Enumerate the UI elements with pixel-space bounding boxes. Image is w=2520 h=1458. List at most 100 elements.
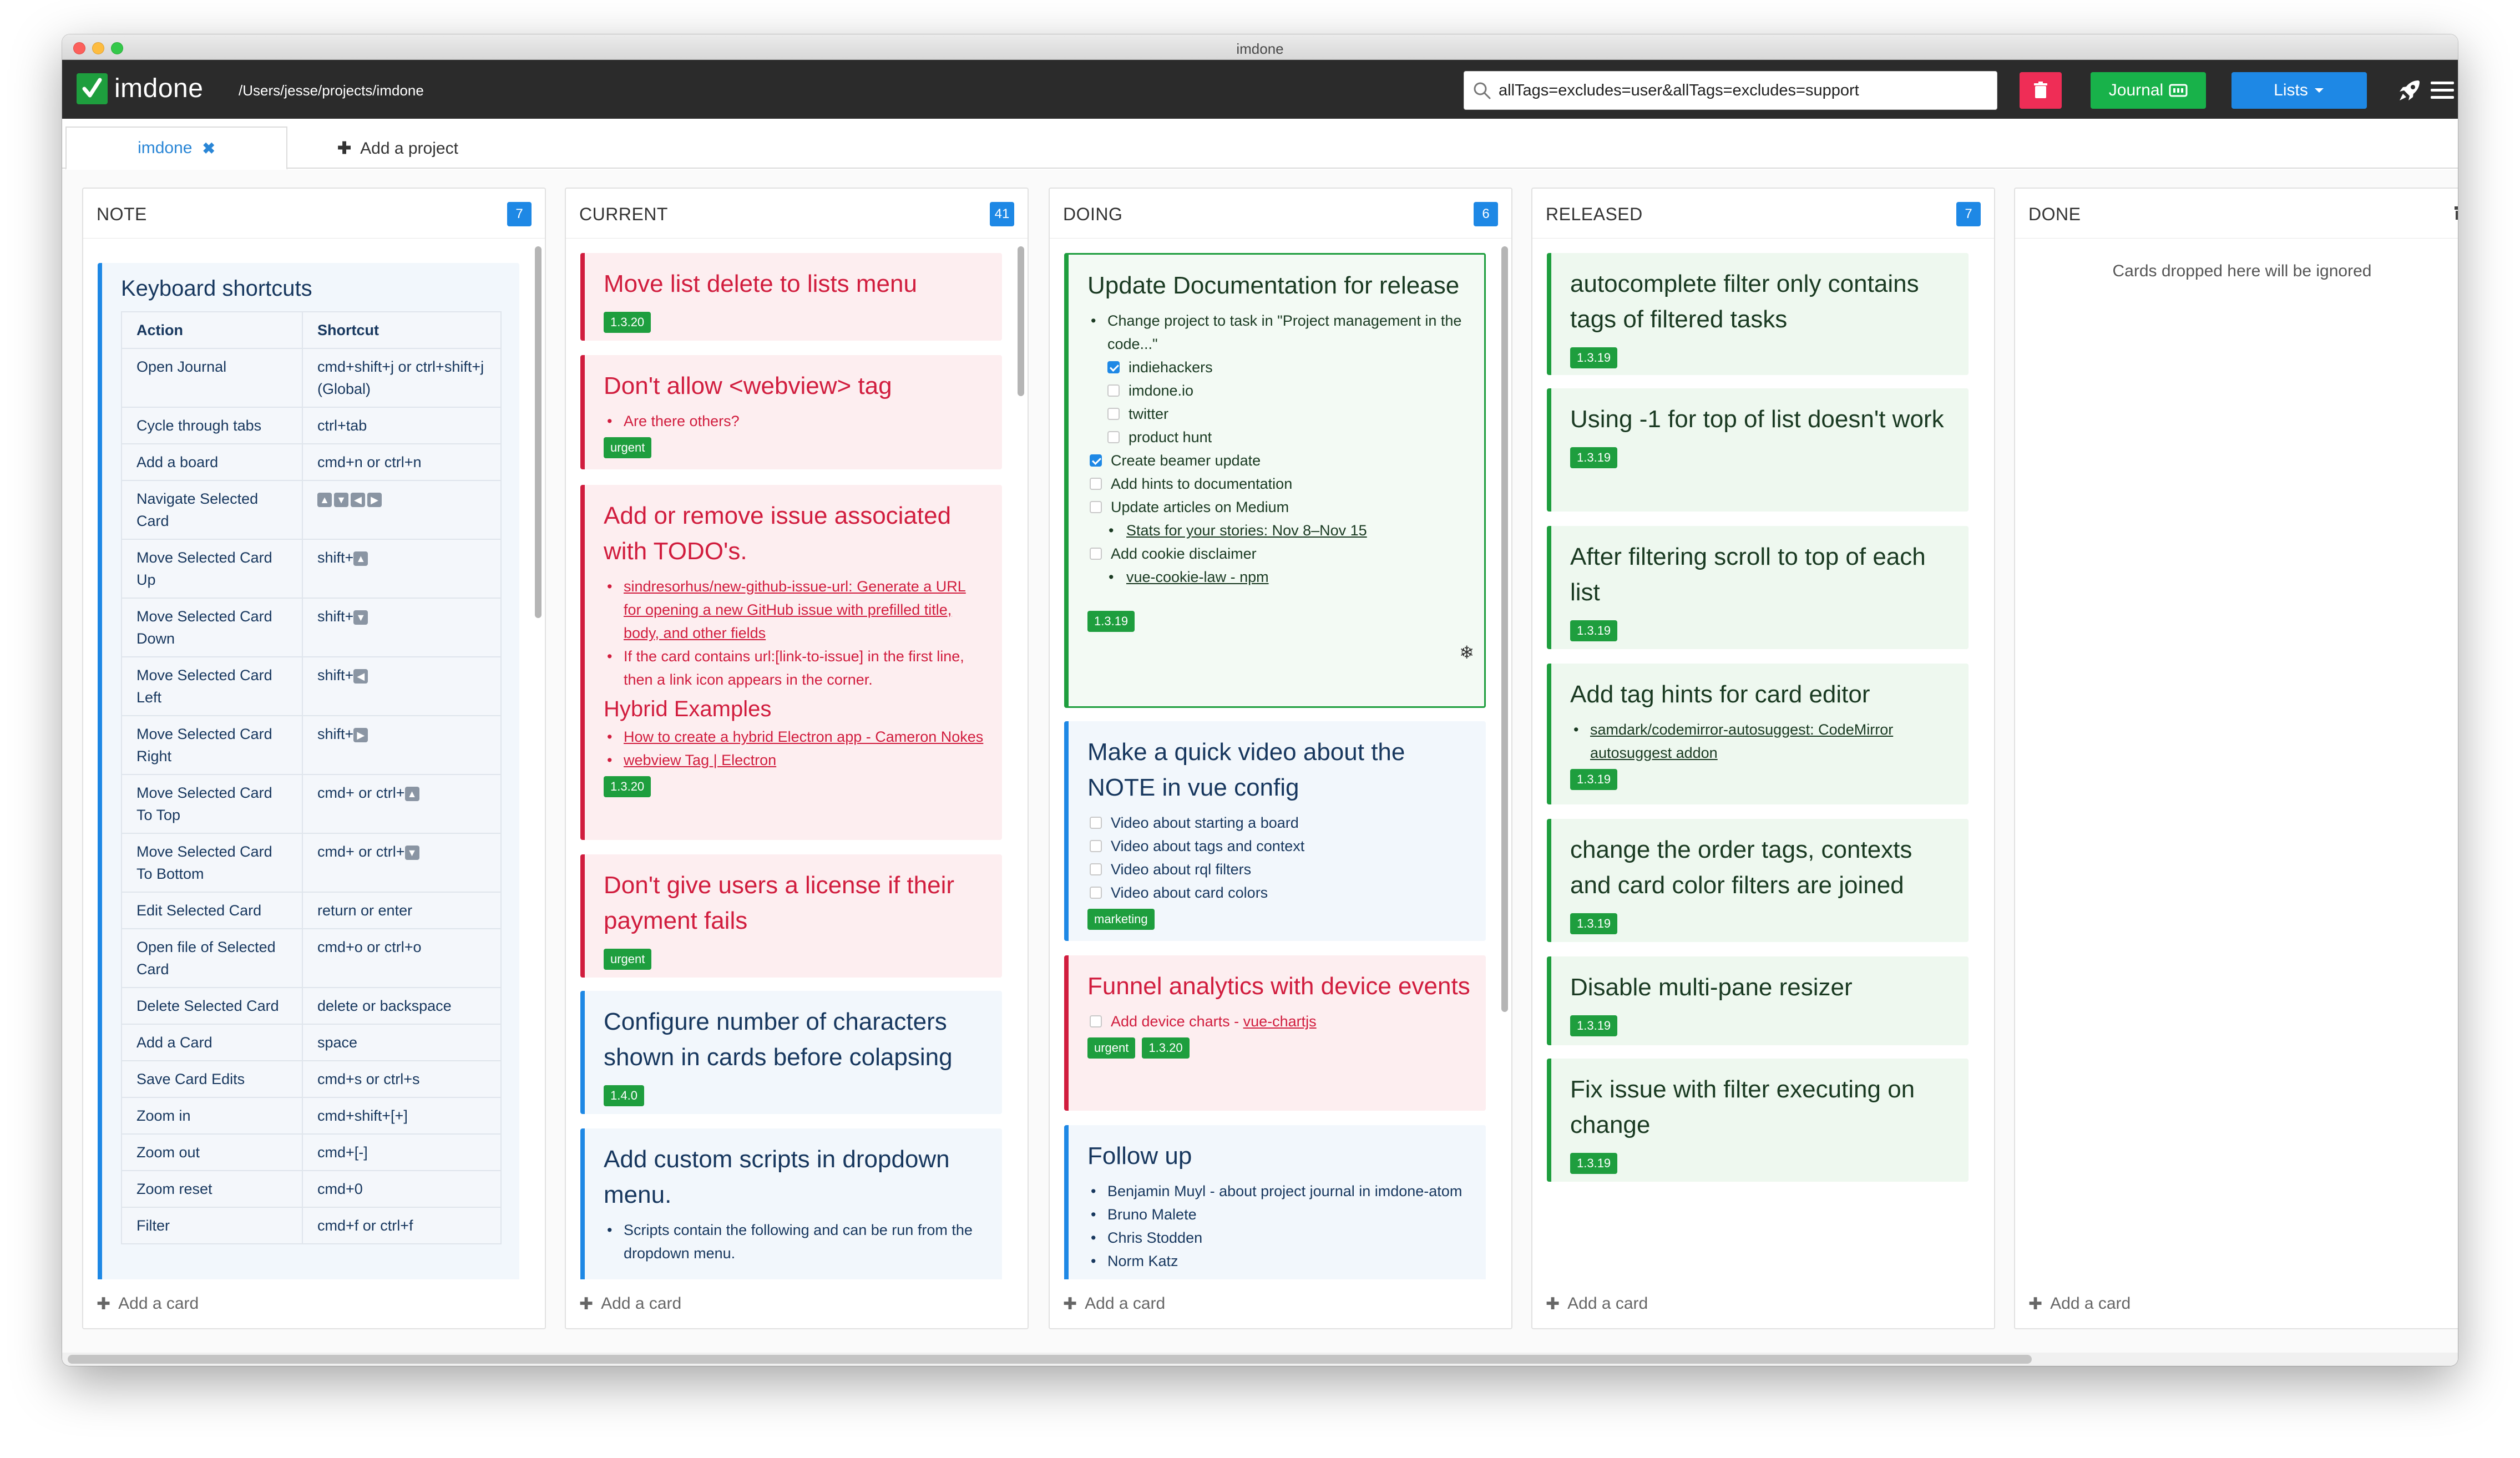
checkbox-checked[interactable] <box>1107 361 1120 373</box>
tag-badge[interactable]: marketing <box>1087 909 1155 930</box>
add-project-button[interactable]: ✚ Add a project <box>337 139 458 158</box>
lists-menu-button[interactable]: Lists <box>2231 72 2367 109</box>
checklist-item[interactable]: product hunt <box>1087 426 1469 449</box>
arrow-down-key-icon: ▼ <box>404 845 419 860</box>
filter-search-input[interactable] <box>1499 72 1987 109</box>
card[interactable]: Don't allow <webview> tag Are there othe… <box>580 355 1002 469</box>
filter-search-box[interactable] <box>1464 71 1997 110</box>
checklist-item[interactable]: Video about rql filters <box>1087 858 1470 881</box>
link-text[interactable]: vue-chartjs <box>1243 1013 1317 1030</box>
card-selected[interactable]: Update Documentation for release Change … <box>1064 253 1486 708</box>
checkbox[interactable] <box>1090 548 1102 560</box>
checklist-item[interactable]: Video about card colors <box>1087 881 1470 904</box>
card[interactable]: Fix issue with filter executing on chang… <box>1547 1059 1969 1182</box>
card[interactable]: autocomplete filter only contains tags o… <box>1547 253 1969 375</box>
checkbox[interactable] <box>1090 478 1102 490</box>
tag-badge[interactable]: urgent <box>604 437 652 458</box>
list-scrollbar[interactable] <box>535 246 542 618</box>
card[interactable]: Funnel analytics with device events Add … <box>1064 955 1486 1111</box>
journal-button[interactable]: Journal <box>2091 72 2206 109</box>
card-link[interactable]: webview Tag | Electron <box>604 748 986 772</box>
archive-icon[interactable] <box>2455 204 2458 221</box>
checkbox[interactable] <box>1090 887 1102 899</box>
tag-badge[interactable]: 1.3.19 <box>1570 620 1618 641</box>
list-header[interactable]: RELEASED 7 <box>1532 189 1994 239</box>
checkbox-checked[interactable] <box>1090 454 1102 467</box>
add-card-button[interactable]: ✚ Add a card <box>83 1279 545 1328</box>
list-scrollbar[interactable] <box>1018 246 1024 396</box>
tag-badge[interactable]: 1.3.19 <box>1570 913 1618 934</box>
list-scrollbar[interactable] <box>1501 246 1508 1012</box>
card-link[interactable]: vue-cookie-law - npm <box>1087 565 1469 589</box>
list-header[interactable]: CURRENT 41 <box>566 189 1028 239</box>
link-text[interactable]: Stats for your stories: Nov 8–Nov 15 <box>1126 522 1367 539</box>
checklist-item[interactable]: twitter <box>1087 402 1469 426</box>
card-link[interactable]: samdark/codemirror-autosuggest: CodeMirr… <box>1570 718 1953 765</box>
card[interactable]: Configure number of characters shown in … <box>580 991 1002 1114</box>
card[interactable]: Add custom scripts in dropdown menu. Scr… <box>580 1128 1002 1282</box>
checklist-item[interactable]: indiehackers <box>1087 356 1469 379</box>
card-keyboard-shortcuts[interactable]: Keyboard shortcuts Action Shortcut Open … <box>98 263 519 1282</box>
card-link[interactable]: How to create a hybrid Electron app - Ca… <box>604 725 986 748</box>
snowflake-icon[interactable]: ❄ <box>1459 642 1474 663</box>
checkbox[interactable] <box>1090 501 1102 513</box>
link-text[interactable]: sindresorhus/new-github-issue-url: Gener… <box>624 578 966 641</box>
tag-badge[interactable]: 1.3.20 <box>604 312 651 333</box>
card[interactable]: Move list delete to lists menu 1.3.20 <box>580 253 1002 341</box>
card[interactable]: Using -1 for top of list doesn't work 1.… <box>1547 388 1969 512</box>
list-header[interactable]: DONE <box>2015 189 2458 239</box>
add-card-button[interactable]: ✚ Add a card <box>2015 1279 2458 1328</box>
checkbox[interactable] <box>1107 384 1120 397</box>
checklist-item[interactable]: imdone.io <box>1087 379 1469 402</box>
checklist-item[interactable]: Video about starting a board <box>1087 811 1470 834</box>
delete-filtered-button[interactable] <box>2020 72 2062 109</box>
checklist-item[interactable]: Add device charts - vue-chartjs <box>1087 1010 1470 1033</box>
list-header[interactable]: NOTE 7 <box>83 189 545 239</box>
checkbox[interactable] <box>1090 840 1102 852</box>
close-tab-icon[interactable]: ✖ <box>202 139 215 158</box>
card[interactable]: Disable multi-pane resizer 1.3.19 <box>1547 956 1969 1045</box>
card[interactable]: Make a quick video about the NOTE in vue… <box>1064 721 1486 941</box>
tag-badge[interactable]: 1.3.19 <box>1570 447 1618 468</box>
checklist-item[interactable]: Update articles on Medium <box>1087 495 1469 519</box>
tag-badge[interactable]: 1.3.19 <box>1087 611 1135 632</box>
tag-badge[interactable]: 1.4.0 <box>604 1085 644 1106</box>
checkbox[interactable] <box>1090 817 1102 829</box>
card[interactable]: Follow up Benjamin Muyl - about project … <box>1064 1125 1486 1282</box>
checklist-item[interactable]: Add hints to documentation <box>1087 472 1469 495</box>
tag-badge[interactable]: 1.3.20 <box>604 776 651 797</box>
checklist-item[interactable]: Video about tags and context <box>1087 834 1470 858</box>
link-text[interactable]: samdark/codemirror-autosuggest: CodeMirr… <box>1590 721 1893 761</box>
tag-badge[interactable]: 1.3.20 <box>1142 1037 1190 1059</box>
scrollbar-thumb[interactable] <box>68 1355 2032 1364</box>
card[interactable]: After filtering scroll to top of each li… <box>1547 526 1969 649</box>
link-text[interactable]: How to create a hybrid Electron app - Ca… <box>624 728 983 745</box>
list-header[interactable]: DOING 6 <box>1050 189 1511 239</box>
checklist-item[interactable]: Create beamer update <box>1087 449 1469 472</box>
link-text[interactable]: webview Tag | Electron <box>624 752 776 768</box>
board-horizontal-scrollbar[interactable] <box>62 1353 2458 1366</box>
add-card-button[interactable]: ✚ Add a card <box>1050 1279 1511 1328</box>
add-card-button[interactable]: ✚ Add a card <box>1532 1279 1994 1328</box>
tag-badge[interactable]: 1.3.19 <box>1570 1153 1618 1174</box>
link-text[interactable]: vue-cookie-law - npm <box>1126 569 1269 585</box>
tag-badge[interactable]: 1.3.19 <box>1570 1015 1618 1036</box>
hamburger-menu-button[interactable] <box>2420 72 2458 109</box>
card-link[interactable]: sindresorhus/new-github-issue-url: Gener… <box>604 575 986 645</box>
card[interactable]: change the order tags, contexts and card… <box>1547 819 1969 942</box>
card[interactable]: Don't give users a license if their paym… <box>580 854 1002 978</box>
tag-badge[interactable]: 1.3.19 <box>1570 769 1618 790</box>
checkbox[interactable] <box>1090 863 1102 875</box>
card[interactable]: Add tag hints for card editor samdark/co… <box>1547 664 1969 804</box>
checkbox[interactable] <box>1107 431 1120 443</box>
add-card-button[interactable]: ✚ Add a card <box>566 1279 1028 1328</box>
card-link[interactable]: Stats for your stories: Nov 8–Nov 15 <box>1087 519 1469 542</box>
card[interactable]: Add or remove issue associated with TODO… <box>580 485 1002 840</box>
tag-badge[interactable]: urgent <box>604 949 652 970</box>
tag-badge[interactable]: urgent <box>1087 1037 1136 1059</box>
checkbox[interactable] <box>1090 1015 1102 1027</box>
tag-badge[interactable]: 1.3.19 <box>1570 347 1618 368</box>
checklist-item[interactable]: Add cookie disclaimer <box>1087 542 1469 565</box>
checkbox[interactable] <box>1107 408 1120 420</box>
tab-imdone[interactable]: imdone ✖ <box>65 126 287 170</box>
